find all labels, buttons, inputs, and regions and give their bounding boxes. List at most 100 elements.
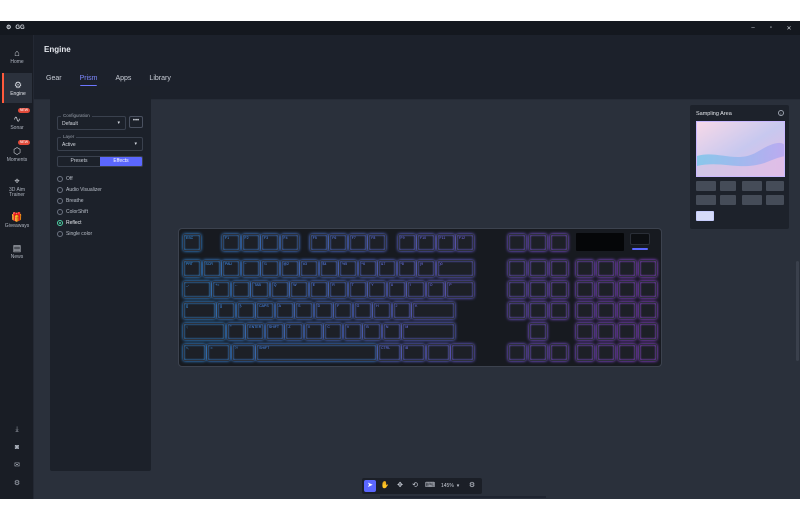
keyboard-key[interactable]: F7 (348, 234, 367, 251)
sidebar-item-news[interactable]: ▤ News (2, 236, 32, 266)
keyboard-key[interactable]: M (402, 323, 455, 340)
keyboard-key[interactable]: |\ (236, 302, 255, 319)
keyboard-key[interactable]: X (304, 323, 323, 340)
keyboard-key[interactable]: C (324, 323, 343, 340)
radio-button[interactable] (57, 220, 63, 226)
keyboard-key[interactable]: R (329, 281, 348, 298)
keyboard-key[interactable] (508, 234, 526, 251)
sidebar-item-sonar[interactable]: ∿ Sonar NEW (2, 107, 32, 137)
sidebar-item-giveaways[interactable]: 🎁 Giveaways (2, 205, 32, 235)
radio-button[interactable] (57, 198, 63, 204)
keyboard-key[interactable]: ESC (183, 234, 201, 251)
sidebar-item-moments[interactable]: ⬡ Moments NEW (2, 139, 32, 169)
layout-thumbnail[interactable] (696, 195, 716, 205)
hand-icon[interactable]: ✋ (379, 480, 391, 492)
keyboard-key[interactable]: %5 (339, 260, 357, 277)
layout-thumbnail-selected[interactable] (696, 211, 714, 221)
keyboard-key[interactable]: Q (270, 281, 289, 298)
keyboard-key[interactable]: E (309, 281, 328, 298)
effect-option-reflect[interactable]: Reflect (57, 219, 82, 227)
keyboard-key[interactable]: A (275, 302, 294, 319)
keyboard-key[interactable]: ^6 (358, 260, 377, 277)
sidebar-item-engine[interactable]: ⚙ Engine (2, 73, 32, 103)
keyboard-key[interactable] (529, 260, 547, 277)
layout-thumbnail[interactable] (742, 195, 762, 205)
presets-toggle-button[interactable]: Presets (58, 157, 100, 166)
effect-option-colorshift[interactable]: ColorShift (57, 208, 88, 216)
keyboard-key[interactable] (550, 260, 568, 277)
layout-thumbnail[interactable] (742, 181, 762, 191)
keyboard-key[interactable] (529, 234, 547, 251)
keyboard-key[interactable] (597, 260, 615, 277)
keyboard-key[interactable]: PRT (183, 260, 201, 277)
scrollbar[interactable] (796, 261, 799, 361)
keyboard-key[interactable]: T (348, 281, 367, 298)
keyboard-key[interactable] (508, 260, 526, 277)
keyboard-key[interactable] (639, 281, 657, 298)
keyboard-key[interactable]: "' (226, 323, 245, 340)
keyboard-key[interactable]: N (382, 323, 401, 340)
keyboard-key[interactable]: ⊞ (402, 344, 426, 361)
keyboard-key[interactable] (639, 323, 657, 340)
info-icon[interactable]: i (778, 110, 784, 116)
keyboard-key[interactable]: ← (231, 281, 250, 298)
keyboard-key[interactable]: F9 (397, 234, 416, 251)
radio-button[interactable] (57, 231, 63, 237)
keyboard-key[interactable]: W (290, 281, 309, 298)
reset-icon[interactable]: ⟲ (409, 480, 421, 492)
feedback-icon[interactable]: ✉ (11, 461, 23, 471)
effect-option-off[interactable]: Off (57, 175, 73, 183)
keyboard-key[interactable]: U (387, 281, 406, 298)
keyboard-key[interactable] (550, 344, 568, 361)
keyboard-key[interactable] (576, 260, 594, 277)
keyboard-key[interactable]: (9 (417, 260, 435, 277)
zoom-select[interactable]: 145% ▾ (441, 483, 459, 489)
sidebar-item-3d-aim-trainer[interactable]: ⌖ 3D Aim Trainer (2, 172, 32, 202)
keyboard-key[interactable] (597, 323, 615, 340)
keyboard-key[interactable]: SHIFT (256, 344, 377, 361)
keyboard-key[interactable] (550, 234, 568, 251)
configuration-select[interactable]: Configuration Default ▾ (57, 113, 126, 130)
keyboard-key[interactable]: D (314, 302, 333, 319)
layer-select[interactable]: Layer Active ▾ (57, 134, 143, 151)
keyboard-key[interactable] (508, 344, 526, 361)
keyboard-key[interactable] (576, 323, 594, 340)
keyboard-key[interactable]: F6 (329, 234, 348, 251)
keyboard-key[interactable]: CTRL (378, 344, 401, 361)
sidebar-item-home[interactable]: ⌂ Home (2, 41, 32, 71)
keyboard-key[interactable]: ?/ (231, 344, 255, 361)
keyboard-key[interactable]: O (426, 281, 445, 298)
sampling-preview[interactable] (696, 121, 785, 177)
keyboard-key[interactable] (508, 302, 526, 319)
keyboard-key[interactable] (618, 323, 636, 340)
keyboard-key[interactable]: K (412, 302, 455, 319)
keyboard-key[interactable]: ~ (241, 260, 260, 277)
download-icon[interactable]: ⤓ (11, 425, 23, 435)
keyboard-key[interactable]: F11 (436, 234, 455, 251)
radio-button[interactable] (57, 176, 63, 182)
settings-icon[interactable]: ⚙ (466, 480, 478, 492)
keyboard-key[interactable]: @2 (280, 260, 299, 277)
keyboard-key[interactable]: F3 (261, 234, 279, 251)
keyboard-key[interactable]: _- (183, 281, 211, 298)
keyboard-key[interactable]: SHIFT (265, 323, 284, 340)
keyboard-key[interactable]: F (334, 302, 353, 319)
keyboard-key[interactable]: CAPS (256, 302, 275, 319)
keyboard-key[interactable]: G (353, 302, 372, 319)
keyboard-key[interactable]: F1 (222, 234, 240, 251)
layout-thumbnail[interactable] (696, 181, 716, 191)
keyboard-key[interactable]: F4 (280, 234, 299, 251)
settings-icon[interactable]: ⚙ (11, 479, 23, 489)
layout-thumbnail[interactable] (766, 181, 784, 191)
discord-icon[interactable]: ◙ (11, 443, 23, 453)
keyboard-key[interactable]: }] (217, 302, 236, 319)
keyboard-key[interactable] (529, 281, 547, 298)
keyboard-key[interactable]: F5 (309, 234, 328, 251)
keyboard-key[interactable]: SCR (202, 260, 221, 277)
keyboard-key[interactable]: {[ (183, 302, 216, 319)
keyboard-key[interactable] (576, 281, 594, 298)
keyboard-key[interactable] (529, 344, 547, 361)
keyboard-icon[interactable]: ⌨ (424, 480, 436, 492)
effect-option-audio-visualizer[interactable]: Audio Visualizer (57, 186, 102, 194)
select-icon[interactable]: ➤ (364, 480, 376, 492)
